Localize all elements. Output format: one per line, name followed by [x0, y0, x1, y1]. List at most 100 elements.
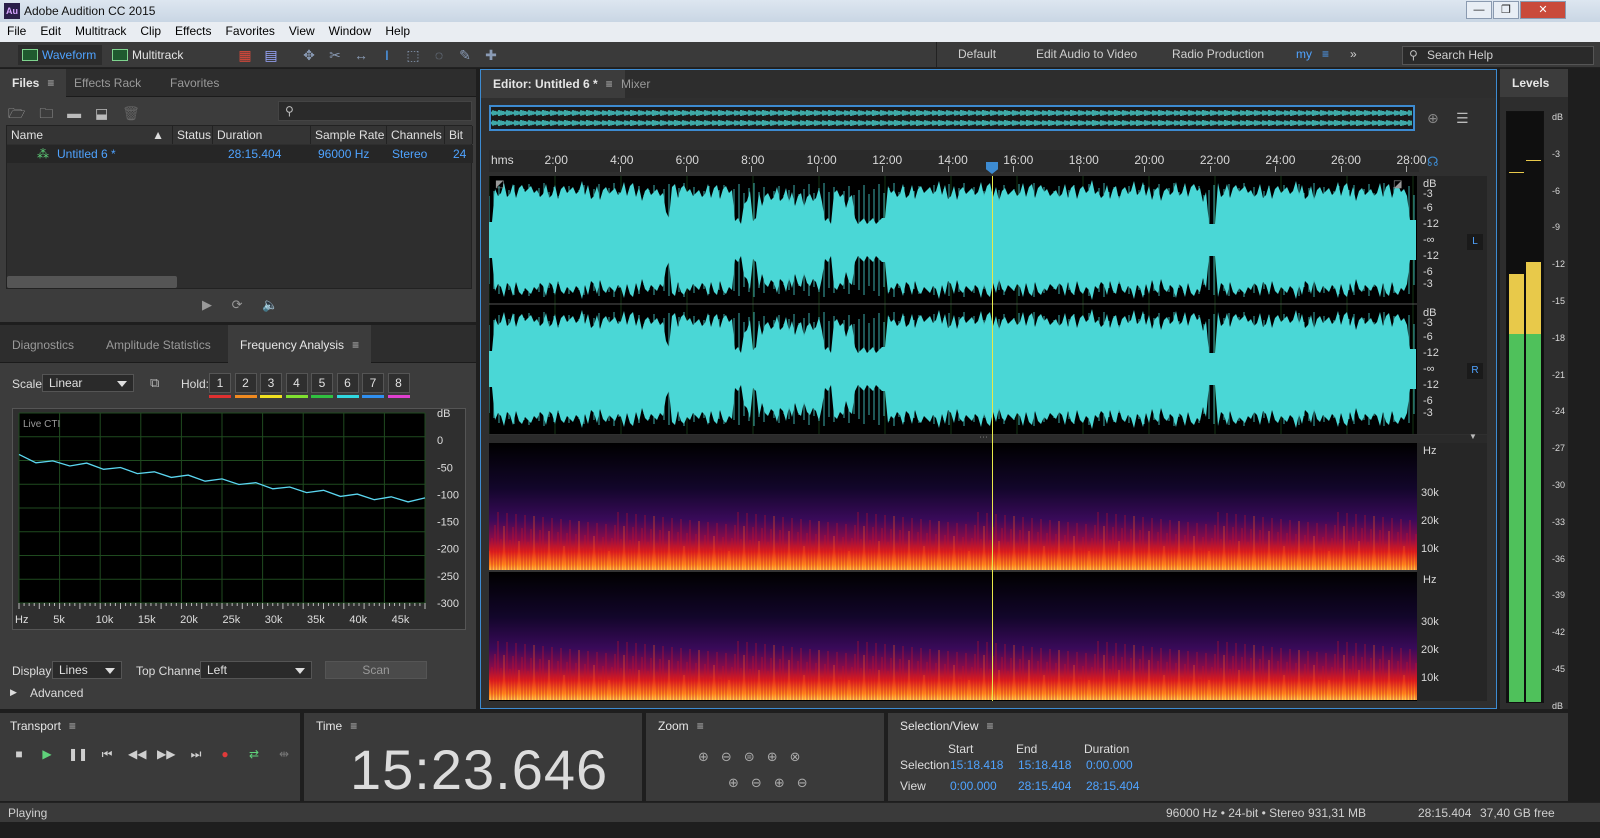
panel-menu-icon[interactable]: ☰: [1456, 110, 1469, 127]
lasso-tool-icon[interactable]: ◌: [430, 46, 448, 64]
menu-favorites[interactable]: Favorites: [219, 22, 282, 38]
file-search-input[interactable]: ⚲: [278, 101, 472, 121]
zoom-selection-icon[interactable]: ⊖: [751, 775, 774, 790]
fade-in-handle-icon[interactable]: ◩: [495, 179, 504, 190]
workspace-radio-production[interactable]: Radio Production: [1172, 47, 1264, 61]
brush-tool-icon[interactable]: ✎: [456, 46, 474, 64]
menu-multitrack[interactable]: Multitrack: [68, 22, 133, 38]
workspace-my[interactable]: my: [1296, 47, 1312, 61]
zoom-out-amplitude-icon[interactable]: ⊖: [721, 749, 744, 764]
workspace-default[interactable]: Default: [958, 47, 996, 61]
go-to-end-button[interactable]: ⏭: [187, 746, 205, 762]
display-dropdown[interactable]: Lines: [52, 661, 122, 679]
maximize-button[interactable]: ❐: [1493, 1, 1519, 19]
more-workspaces-icon[interactable]: »: [1350, 47, 1357, 61]
close-button[interactable]: ✕: [1520, 1, 1566, 19]
scale-dropdown[interactable]: Linear: [42, 374, 134, 392]
hold-button-4[interactable]: 4: [285, 373, 308, 393]
menu-help[interactable]: Help: [378, 22, 417, 38]
search-help-input[interactable]: ⚲ Search Help: [1402, 46, 1594, 65]
column-bit-depth[interactable]: Bit D: [445, 126, 473, 144]
stop-button[interactable]: ■: [10, 746, 28, 762]
scan-button[interactable]: Scan: [325, 661, 427, 679]
minimize-button[interactable]: —: [1466, 1, 1492, 19]
preview-volume-icon[interactable]: 🔈: [262, 297, 278, 312]
zoom-in-time-icon[interactable]: ⊕: [767, 749, 790, 764]
workspace-menu-icon[interactable]: ≡: [1322, 47, 1329, 61]
insert-icon[interactable]: ⬓: [95, 105, 108, 121]
zoom-in-amplitude-icon[interactable]: ⊕: [698, 749, 721, 764]
horizontal-scrollbar[interactable]: [7, 276, 177, 288]
delete-icon[interactable]: 🗑: [122, 105, 140, 121]
column-status[interactable]: Status: [173, 126, 213, 144]
fade-out-handle-icon[interactable]: ◪: [1393, 179, 1402, 190]
tab-diagnostics[interactable]: Diagnostics: [0, 325, 86, 363]
spectral-frequency-icon[interactable]: ▦: [236, 46, 254, 64]
hold-button-1[interactable]: 1: [209, 373, 231, 393]
waveform-mode-button[interactable]: Waveform: [18, 45, 102, 65]
view-start[interactable]: 0:00.000: [950, 779, 997, 793]
hold-button-7[interactable]: 7: [362, 373, 384, 393]
advanced-label[interactable]: Advanced: [30, 686, 83, 700]
tab-editor[interactable]: Editor: Untitled 6 * ≡: [481, 70, 625, 98]
import-file-icon[interactable]: 🗀: [39, 105, 53, 121]
go-to-start-button[interactable]: ⏮: [98, 746, 116, 762]
time-ruler[interactable]: hms 2:00 4:00 6:00 8:00 10:00 12:00 14:00 16:00 1…: [489, 150, 1427, 172]
skip-selection-button[interactable]: ⇹: [275, 746, 293, 762]
spectral-display[interactable]: [488, 443, 1417, 701]
column-channels[interactable]: Channels: [387, 126, 445, 144]
preview-play-icon[interactable]: ▶: [202, 297, 212, 312]
hold-button-6[interactable]: 6: [336, 373, 359, 393]
selection-end[interactable]: 15:18.418: [1018, 758, 1071, 772]
hold-button-8[interactable]: 8: [387, 373, 410, 393]
column-sample-rate[interactable]: Sample Rate: [311, 126, 387, 144]
tab-frequency-analysis[interactable]: Frequency Analysis ≡: [228, 325, 372, 363]
playhead-marker[interactable]: [986, 162, 998, 174]
selection-duration[interactable]: 0:00.000: [1086, 758, 1133, 772]
menu-clip[interactable]: Clip: [133, 22, 168, 38]
tab-files[interactable]: Files ≡: [0, 69, 67, 97]
zoom-in-point-icon[interactable]: ⊕: [728, 775, 751, 790]
zoom-out-full-icon[interactable]: ⊗: [790, 749, 813, 764]
tab-mixer[interactable]: Mixer: [609, 70, 662, 98]
expand-advanced-icon[interactable]: ▶: [10, 687, 17, 698]
waveform-display[interactable]: [488, 176, 1417, 434]
pause-button[interactable]: ❚❚: [68, 746, 88, 762]
rewind-button[interactable]: ◀◀: [128, 746, 146, 762]
zoom-to-end-icon[interactable]: ⊖: [797, 775, 820, 790]
fast-forward-button[interactable]: ▶▶: [157, 746, 175, 762]
collapse-icon[interactable]: ▼: [1469, 432, 1477, 441]
spot-healing-tool-icon[interactable]: ✚: [482, 46, 500, 64]
time-display[interactable]: 15:23.646: [350, 737, 608, 802]
open-file-icon[interactable]: 🗁: [8, 105, 25, 121]
overview-navigator[interactable]: [489, 105, 1415, 131]
record-button[interactable]: ●: [216, 746, 234, 762]
column-name[interactable]: Name ▲: [7, 126, 173, 144]
workspace-edit-audio-to-video[interactable]: Edit Audio to Video: [1036, 47, 1137, 61]
hold-button-5[interactable]: 5: [311, 373, 333, 393]
menu-view[interactable]: View: [282, 22, 322, 38]
column-duration[interactable]: Duration: [213, 126, 311, 144]
multitrack-mode-button[interactable]: Multitrack: [108, 45, 194, 65]
top-channel-dropdown[interactable]: Left: [200, 661, 312, 679]
spectral-pitch-icon[interactable]: ▤: [262, 46, 280, 64]
hold-button-2[interactable]: 2: [234, 373, 257, 393]
play-button[interactable]: ▶: [38, 746, 56, 762]
view-end[interactable]: 28:15.404: [1018, 779, 1071, 793]
razor-tool-icon[interactable]: ✂: [326, 46, 344, 64]
preview-loop-icon[interactable]: ⟳: [232, 297, 243, 312]
slip-tool-icon[interactable]: ↔: [352, 46, 370, 64]
spectral-divider[interactable]: ⋯ ▼: [489, 432, 1487, 443]
time-selection-tool-icon[interactable]: I: [378, 46, 396, 64]
headphones-icon[interactable]: ☊: [1427, 154, 1439, 170]
menu-window[interactable]: Window: [322, 22, 379, 38]
tab-effects-rack[interactable]: Effects Rack: [62, 69, 153, 97]
menu-edit[interactable]: Edit: [33, 22, 68, 38]
menu-file[interactable]: File: [0, 22, 33, 38]
table-row[interactable]: ⁂ Untitled 6 * 28:15.404 96000 Hz Stereo…: [7, 145, 473, 163]
copy-graph-icon[interactable]: ⧉: [150, 375, 159, 391]
channel-left-badge[interactable]: L: [1467, 234, 1483, 250]
tab-favorites[interactable]: Favorites: [158, 69, 231, 97]
channel-right-badge[interactable]: R: [1467, 363, 1483, 379]
tab-amplitude-statistics[interactable]: Amplitude Statistics: [94, 325, 223, 363]
